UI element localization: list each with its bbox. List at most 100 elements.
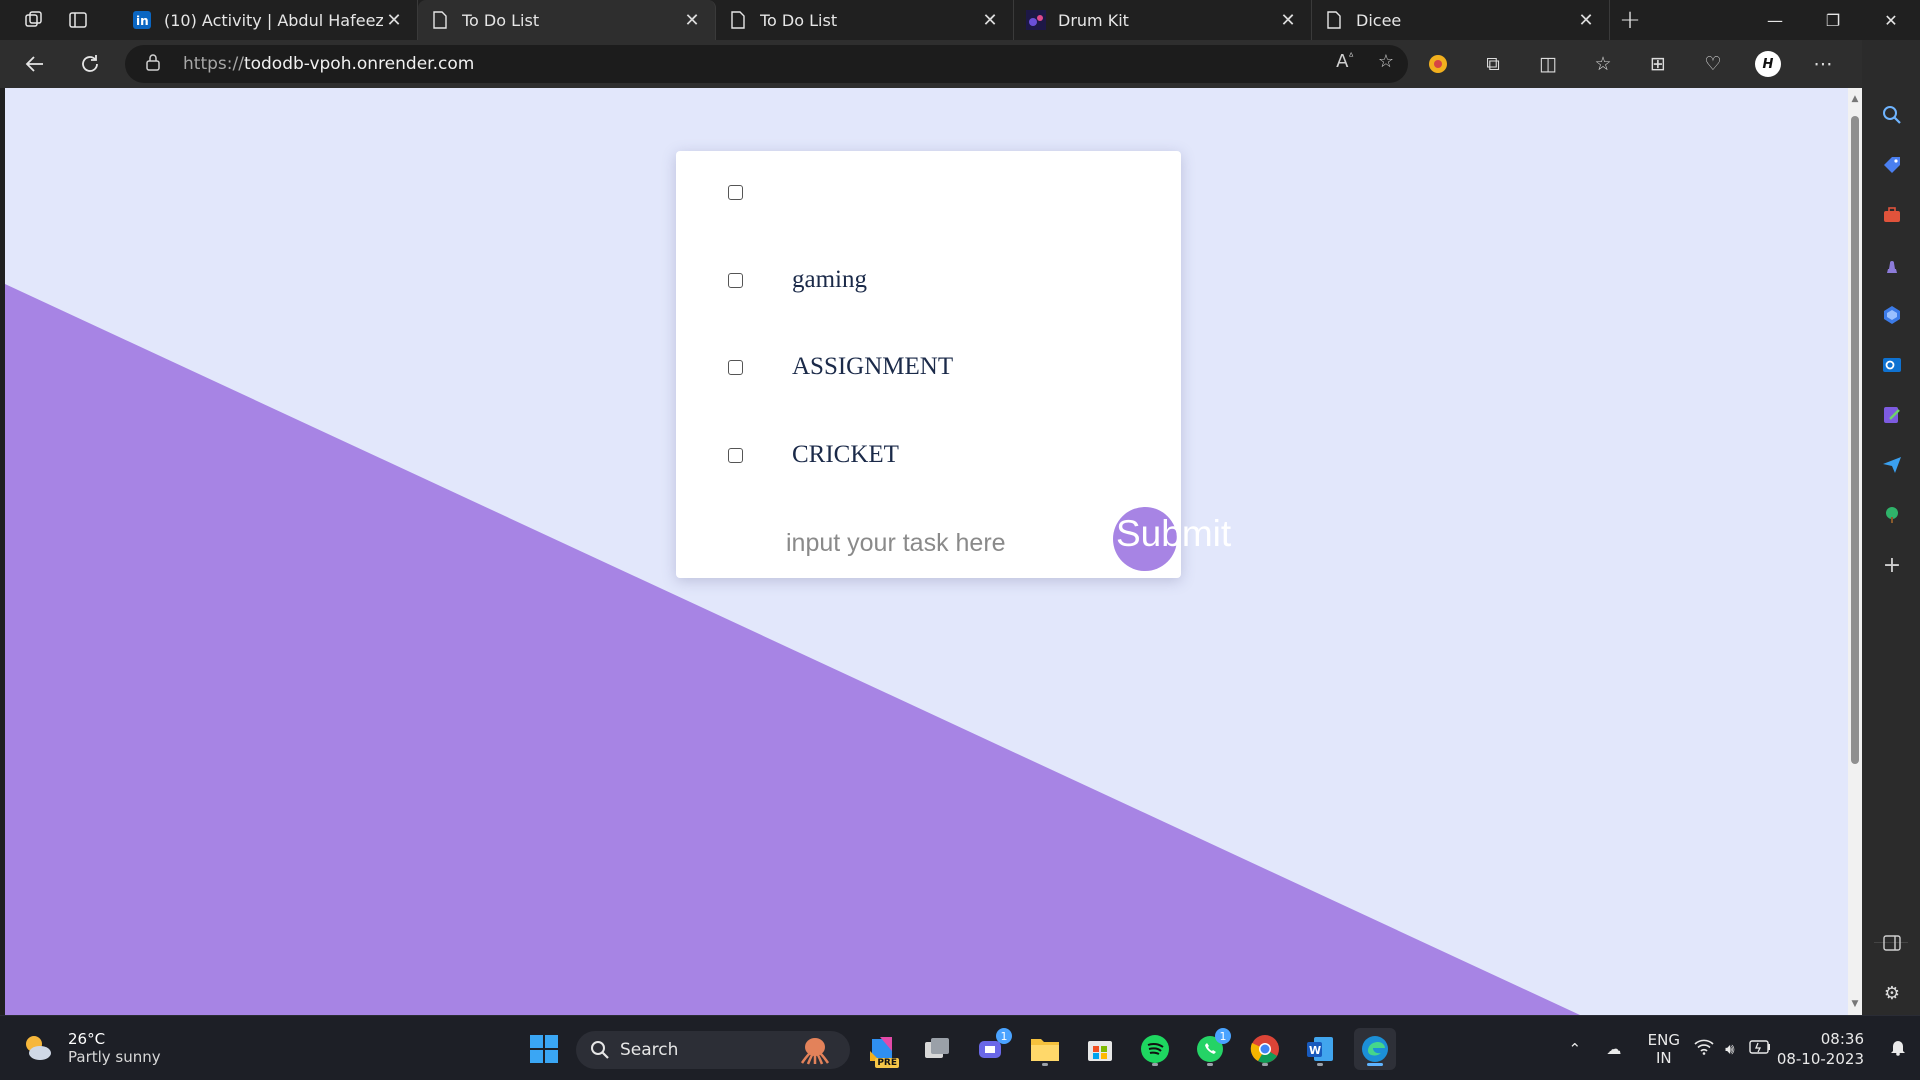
back-icon[interactable] — [15, 44, 55, 84]
region-code: IN — [1655, 1048, 1672, 1067]
tab-linkedin[interactable]: in (10) Activity | Abdul Hafeez | Link ✕ — [120, 0, 418, 40]
tree-app-icon[interactable] — [1879, 502, 1905, 528]
minimize-icon[interactable]: — — [1746, 0, 1804, 40]
new-tab-button[interactable]: + — [1610, 0, 1650, 40]
favorites-icon[interactable]: ☆ — [1585, 46, 1621, 82]
notification-bell-icon[interactable] — [1882, 1038, 1914, 1060]
drop-notes-icon[interactable] — [1879, 402, 1905, 428]
search-highlight-octopus-icon — [800, 1038, 830, 1065]
clock-time: 08:36 — [1820, 1029, 1864, 1048]
tab-todo-list[interactable]: To Do List ✕ — [716, 0, 1014, 40]
page-scrollbar[interactable]: ▲ ▼ — [1848, 88, 1862, 1015]
search-icon — [591, 1041, 609, 1059]
window-controls: — ❐ ✕ — [1746, 0, 1920, 40]
language-indicator[interactable]: ENG IN — [1637, 1031, 1691, 1067]
preview-badge: PRE — [875, 1058, 899, 1068]
extension-cookie-icon[interactable] — [1420, 46, 1456, 82]
wifi-icon[interactable] — [1691, 1039, 1717, 1059]
games-chess-icon[interactable] — [1879, 252, 1905, 278]
scrollbar-thumb[interactable] — [1851, 116, 1859, 764]
edge-icon[interactable] — [1354, 1028, 1396, 1070]
taskbar-search[interactable]: Search — [576, 1031, 850, 1069]
taskbar-search-label: Search — [620, 1040, 679, 1060]
refresh-icon[interactable] — [70, 44, 110, 84]
copilot-icon[interactable] — [1879, 302, 1905, 328]
restore-icon[interactable]: ❐ — [1804, 0, 1862, 40]
onedrive-cloud-icon[interactable]: ☁ — [1591, 1040, 1637, 1058]
split-screen-icon[interactable]: ◫ — [1530, 46, 1566, 82]
teams-chat-icon[interactable]: 1 — [970, 1028, 1012, 1070]
favorite-star-icon[interactable]: ☆ — [1378, 51, 1394, 72]
chevron-up-icon[interactable]: ⌃ — [1559, 1040, 1591, 1058]
whatsapp-icon[interactable]: 1 — [1189, 1028, 1231, 1070]
more-options-icon[interactable]: ⋯ — [1805, 46, 1841, 82]
tab-title: Drum Kit — [1058, 10, 1129, 30]
todo-checkbox[interactable] — [728, 184, 743, 200]
url-text: https://tododb-vpoh.onrender.com — [183, 54, 474, 74]
clock[interactable]: 08:36 08-10-2023 — [1777, 1029, 1864, 1069]
edge-sidebar: + ⚙ — [1862, 40, 1920, 1015]
tab-actions-icon[interactable] — [66, 8, 90, 32]
close-window-icon[interactable]: ✕ — [1862, 0, 1920, 40]
todo-item: ASSIGNMENT — [676, 337, 1181, 397]
volume-icon[interactable]: 🔊︎ — [1717, 1040, 1743, 1058]
close-icon[interactable]: ✕ — [1277, 9, 1299, 31]
todo-checkbox[interactable] — [728, 359, 743, 375]
spotify-icon[interactable] — [1134, 1028, 1176, 1070]
close-icon[interactable]: ✕ — [681, 9, 703, 31]
svg-text:in: in — [136, 14, 149, 28]
clock-date: 08-10-2023 — [1776, 1049, 1864, 1068]
tab-title: Dicee — [1356, 10, 1402, 30]
linkedin-icon: in — [132, 10, 152, 30]
copilot-preview-taskbar-icon[interactable]: PRE — [861, 1028, 903, 1070]
submit-button-label[interactable]: Submit — [1116, 513, 1231, 555]
shopping-tag-icon[interactable] — [1879, 152, 1905, 178]
page-icon — [1324, 10, 1344, 30]
tab-dicee[interactable]: Dicee ✕ — [1312, 0, 1610, 40]
hide-sidebar-icon[interactable] — [1879, 930, 1905, 956]
chrome-icon[interactable] — [1244, 1028, 1286, 1070]
extensions-puzzle-icon[interactable]: ⧉ — [1475, 46, 1511, 82]
tab-title: To Do List — [760, 10, 838, 30]
tools-briefcase-icon[interactable] — [1879, 202, 1905, 228]
todo-checkbox[interactable] — [728, 272, 743, 288]
new-task-input[interactable] — [786, 523, 1056, 563]
url-protocol: https:// — [183, 54, 244, 74]
add-sidebar-app-icon[interactable]: + — [1879, 552, 1905, 578]
lock-icon[interactable] — [145, 53, 167, 75]
screen: in (10) Activity | Abdul Hafeez | Link ✕… — [0, 0, 1920, 1080]
start-button[interactable] — [523, 1028, 565, 1070]
close-icon[interactable]: ✕ — [383, 9, 405, 31]
browser-toolbar: ⧉ ◫ ☆ ⊞ ♡ H ⋯ b — [1420, 44, 1896, 84]
close-icon[interactable]: ✕ — [979, 9, 1001, 31]
microsoft-store-icon[interactable] — [1079, 1028, 1121, 1070]
todo-item: gaming — [676, 250, 1181, 310]
address-bar[interactable]: https://tododb-vpoh.onrender.com Aᐞ ☆ — [125, 45, 1408, 83]
page-viewport: gaming ASSIGNMENT CRICKET Submit — [5, 88, 1848, 1015]
collections-icon[interactable]: ⊞ — [1640, 46, 1676, 82]
file-explorer-icon[interactable] — [1024, 1028, 1066, 1070]
tab-todo-list-active[interactable]: To Do List ✕ — [418, 0, 716, 40]
outlook-icon[interactable] — [1879, 352, 1905, 378]
task-view-icon[interactable] — [916, 1028, 958, 1070]
running-indicator — [1207, 1063, 1213, 1066]
workspaces-icon[interactable] — [22, 8, 46, 32]
close-icon[interactable]: ✕ — [1575, 9, 1597, 31]
word-icon[interactable]: W — [1299, 1028, 1341, 1070]
scroll-down-icon[interactable]: ▼ — [1850, 999, 1860, 1009]
scroll-up-icon[interactable]: ▲ — [1850, 94, 1860, 104]
tab-drum-kit[interactable]: Drum Kit ✕ — [1014, 0, 1312, 40]
browser-essentials-icon[interactable]: ♡ — [1695, 46, 1731, 82]
profile-avatar[interactable]: H — [1750, 46, 1786, 82]
todo-card: gaming ASSIGNMENT CRICKET — [676, 151, 1181, 578]
tab-title: (10) Activity | Abdul Hafeez | Link — [164, 10, 383, 30]
weather-widget[interactable]: 26°C Partly sunny — [20, 1030, 161, 1066]
url-host: tododb-vpoh.onrender.com — [243, 54, 475, 74]
sidebar-settings-icon[interactable]: ⚙ — [1879, 980, 1905, 1006]
tab-strip: in (10) Activity | Abdul Hafeez | Link ✕… — [0, 0, 1920, 40]
read-aloud-icon[interactable]: Aᐞ — [1336, 51, 1354, 72]
send-plane-icon[interactable] — [1879, 452, 1905, 478]
battery-icon[interactable] — [1743, 1039, 1777, 1058]
todo-checkbox[interactable] — [728, 447, 743, 463]
search-icon[interactable] — [1879, 102, 1905, 128]
